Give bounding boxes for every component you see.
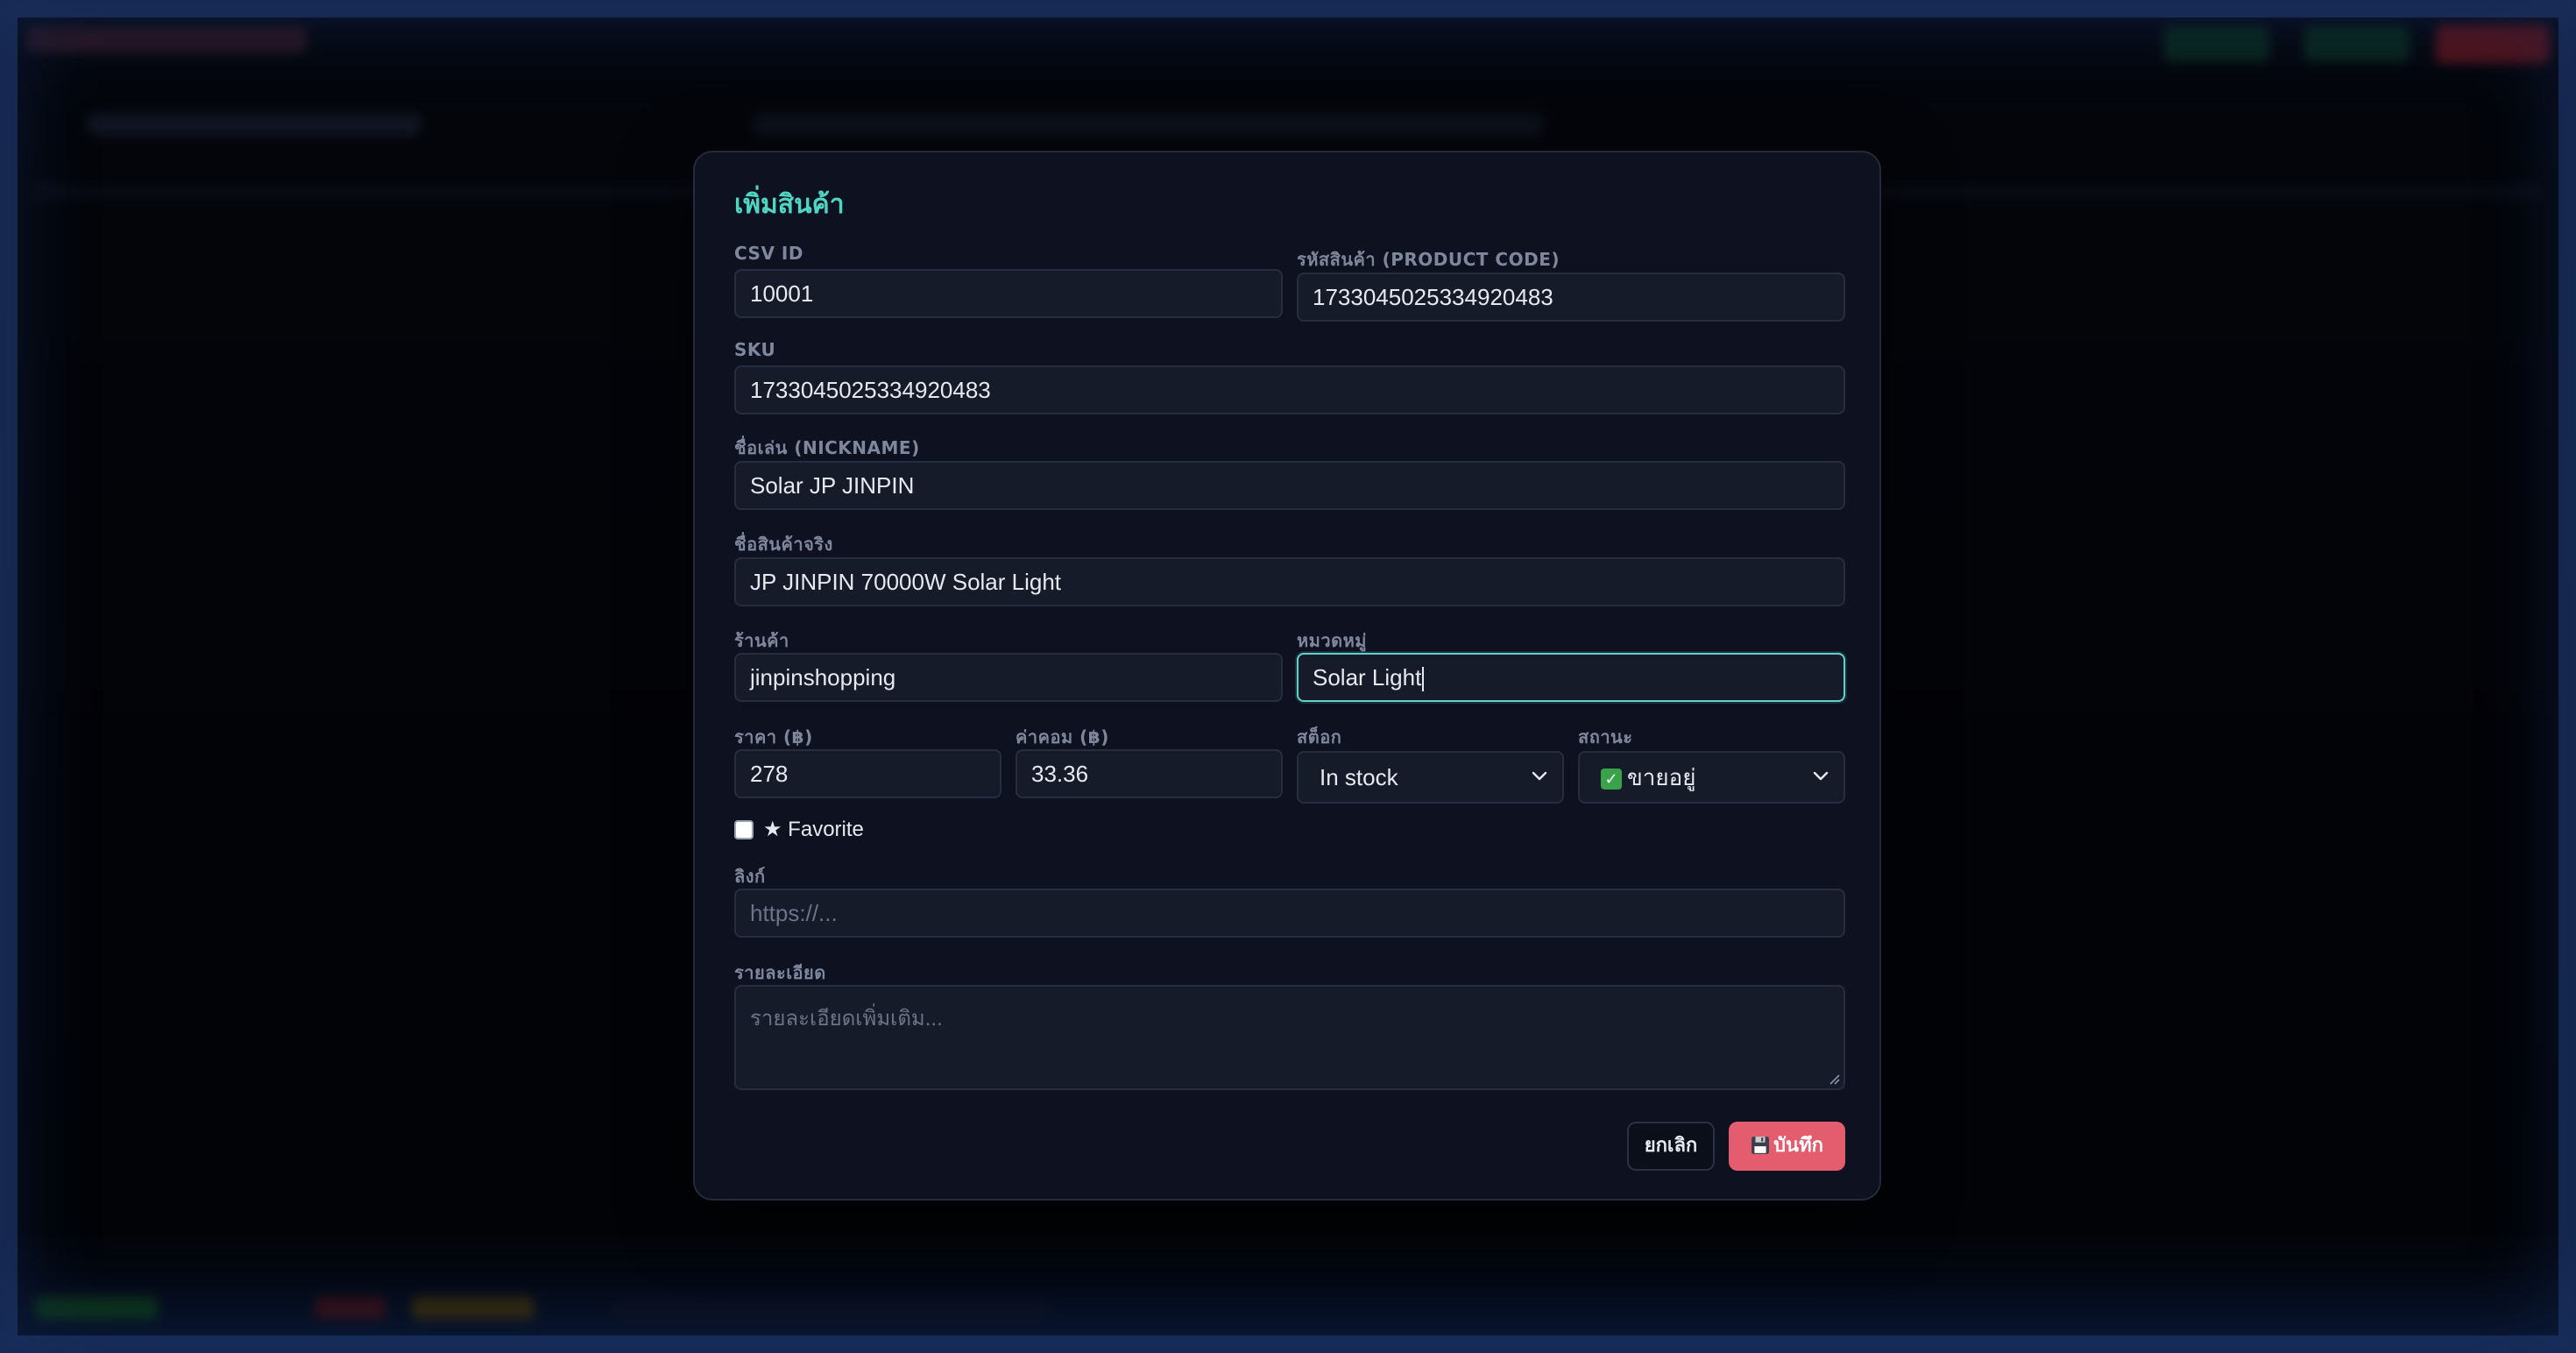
sku-label: SKU (734, 339, 776, 360)
stock-select[interactable]: In stock (1297, 751, 1564, 804)
sku-field[interactable]: 1733045025334920483 (734, 365, 1845, 414)
csv-id-label: CSV ID (734, 243, 803, 264)
chevron-down-icon (1813, 771, 1829, 781)
status-label: สถานะ (1578, 726, 1633, 747)
dialog-title: เพิ่มสินค้า (734, 189, 845, 220)
product-code-field[interactable]: 1733045025334920483 (1297, 273, 1845, 322)
real-name-label: ชื่อสินค้าจริง (734, 534, 833, 555)
real-name-field[interactable]: JP JINPIN 70000W Solar Light (734, 557, 1845, 606)
status-selected-value: ขายอยู่ (1627, 764, 1696, 790)
cancel-button[interactable]: ยกเลิก (1627, 1122, 1715, 1171)
nickname-field[interactable]: Solar JP JINPIN (734, 461, 1845, 510)
price-label: ราคา (฿) (734, 726, 813, 747)
commission-field[interactable]: 33.36 (1016, 749, 1283, 798)
details-placeholder: รายละเอียดเพิ่มเติม... (750, 1007, 943, 1031)
status-select[interactable]: ✓ ขายอยู่ (1578, 751, 1845, 804)
shop-label: ร้านค้า (734, 630, 789, 651)
nickname-label: ชื่อเล่น (NICKNAME) (734, 437, 920, 458)
link-label: ลิงก์ (734, 866, 766, 887)
commission-label: ค่าคอม (฿) (1016, 726, 1109, 747)
favorite-checkbox[interactable] (734, 820, 754, 839)
save-button[interactable]: บันทึก (1729, 1122, 1845, 1171)
stock-selected-value: In stock (1320, 764, 1398, 790)
category-value: Solar Light (1313, 664, 1422, 691)
category-field[interactable]: Solar Light (1297, 653, 1845, 702)
floppy-disk-icon (1752, 1137, 1769, 1154)
chevron-down-icon (1532, 771, 1547, 781)
favorite-label[interactable]: ★ Favorite (763, 817, 864, 842)
category-label: หมวดหมู่ (1297, 630, 1367, 651)
details-label: รายละเอียด (734, 962, 826, 983)
save-button-label: บันทึก (1773, 1135, 1823, 1157)
price-field[interactable]: 278 (734, 749, 1001, 798)
text-caret (1422, 667, 1425, 692)
details-textarea[interactable]: รายละเอียดเพิ่มเติม... (734, 985, 1845, 1090)
add-product-dialog: เพิ่มสินค้า CSV ID 10001 รหัสสินค้า (PRO… (693, 151, 1881, 1201)
csv-id-field[interactable]: 10001 (734, 269, 1283, 318)
check-mark-icon: ✓ (1601, 769, 1622, 790)
stock-label: สต็อก (1297, 726, 1342, 747)
resize-handle-icon[interactable] (1828, 1073, 1840, 1085)
product-code-label: รหัสสินค้า (PRODUCT CODE) (1297, 249, 1560, 270)
link-field[interactable]: https://... (734, 889, 1845, 938)
shop-field[interactable]: jinpinshopping (734, 653, 1283, 702)
